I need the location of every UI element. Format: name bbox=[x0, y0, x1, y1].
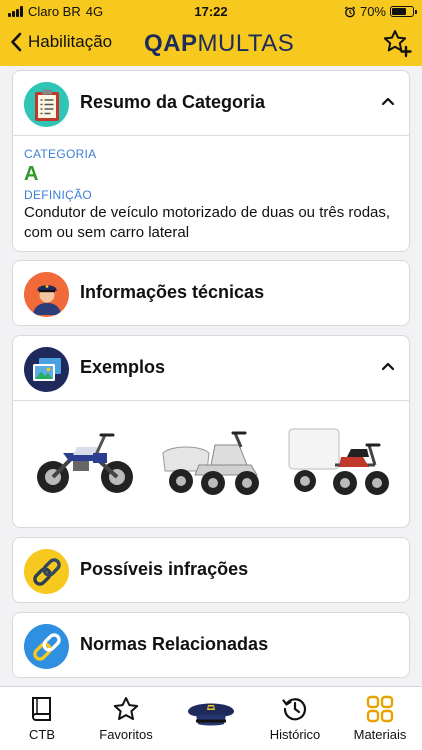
tab-ctb[interactable]: CTB bbox=[0, 695, 84, 742]
norms-title: Normas Relacionadas bbox=[80, 634, 269, 654]
examples-header[interactable]: Exemplos bbox=[13, 336, 409, 400]
back-label: Habilitação bbox=[28, 32, 113, 51]
battery-icon bbox=[390, 6, 417, 17]
chain-link-icon bbox=[24, 549, 69, 594]
tab-historico-label: Histórico bbox=[269, 727, 321, 742]
grid-icon bbox=[366, 695, 394, 723]
examples-title: Exemplos bbox=[80, 357, 166, 377]
tab-bar: CTB Favoritos Histórico Materiais bbox=[0, 686, 422, 750]
officer-icon bbox=[24, 272, 69, 317]
chevron-up-icon[interactable] bbox=[381, 361, 395, 371]
tab-historico[interactable]: Histórico bbox=[253, 695, 337, 742]
definition-text: Condutor de veículo motorizado de duas o… bbox=[24, 204, 391, 241]
tab-materiais-label: Materiais bbox=[353, 727, 407, 742]
book-icon bbox=[32, 697, 51, 721]
nav-bar: Habilitação QAPMULTAS bbox=[0, 22, 422, 66]
chain-link-icon bbox=[24, 624, 69, 669]
tech-info-title: Informações técnicas bbox=[80, 282, 265, 302]
summary-title: Resumo da Categoria bbox=[80, 92, 266, 112]
infractions-card[interactable]: Possíveis infrações bbox=[12, 537, 410, 603]
gallery-icon bbox=[24, 347, 69, 392]
tab-favoritos-label: Favoritos bbox=[99, 727, 153, 742]
summary-card: Resumo da Categoria CATEGORIA A DEFINIÇÃ… bbox=[12, 70, 410, 252]
alarm-icon bbox=[344, 5, 356, 17]
police-cap-icon bbox=[188, 703, 234, 726]
content-scroll[interactable]: Resumo da Categoria CATEGORIA A DEFINIÇÃ… bbox=[0, 66, 422, 686]
infractions-title: Possíveis infrações bbox=[80, 559, 249, 579]
tab-materiais[interactable]: Materiais bbox=[338, 695, 422, 742]
history-icon bbox=[282, 698, 307, 721]
status-bar: Claro BR 4G 17:22 70% bbox=[0, 0, 422, 22]
tab-favoritos[interactable]: Favoritos bbox=[84, 695, 168, 742]
motorcycle-image[interactable] bbox=[33, 427, 137, 497]
norms-card[interactable]: Normas Relacionadas bbox=[12, 612, 410, 678]
app-logo: QAPMULTAS bbox=[144, 30, 295, 57]
tech-info-card[interactable]: Informações técnicas bbox=[12, 260, 410, 326]
chevron-left-icon bbox=[11, 32, 22, 52]
examples-card: Exemplos bbox=[12, 335, 410, 528]
category-value: A bbox=[24, 163, 39, 185]
definition-label: DEFINIÇÃO bbox=[24, 188, 93, 202]
cargo-tricycle-image[interactable] bbox=[285, 425, 391, 499]
tab-home[interactable] bbox=[169, 697, 253, 735]
back-button[interactable]: Habilitação bbox=[10, 32, 112, 52]
category-label: CATEGORIA bbox=[24, 147, 97, 161]
star-icon bbox=[113, 697, 139, 720]
battery-percent: 70% bbox=[359, 4, 386, 19]
tab-ctb-label: CTB bbox=[29, 727, 55, 742]
star-add-icon[interactable] bbox=[382, 28, 412, 58]
summary-header[interactable]: Resumo da Categoria bbox=[13, 71, 409, 135]
chevron-up-icon[interactable] bbox=[381, 96, 395, 106]
sidecar-image[interactable] bbox=[159, 425, 263, 499]
clipboard-icon bbox=[24, 82, 69, 127]
